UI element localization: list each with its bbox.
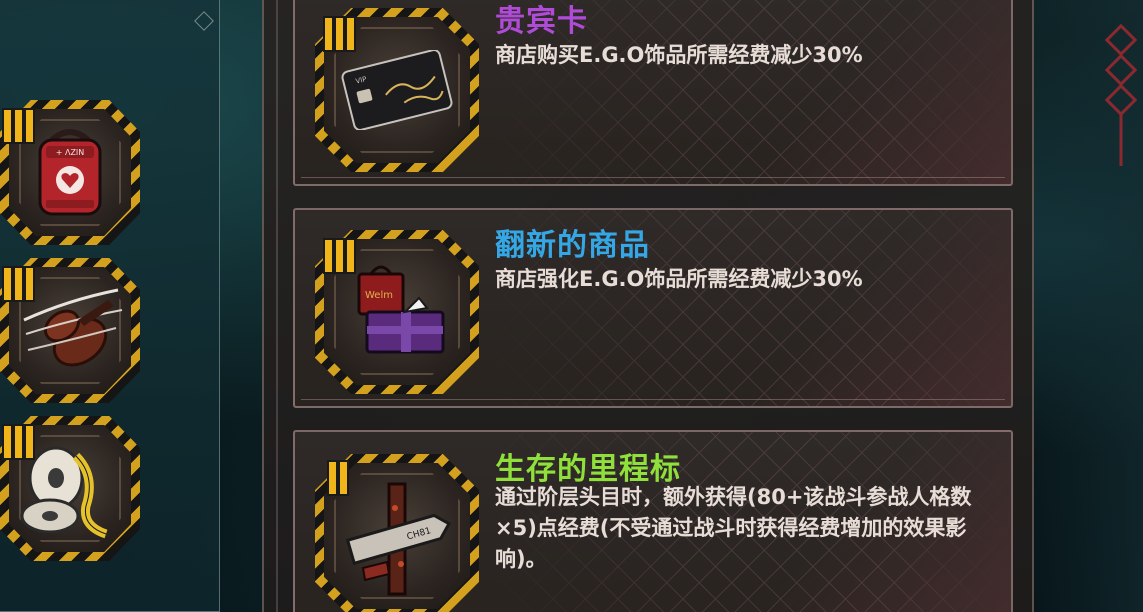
gift-description: 商店购买E.G.O饰品所需经费减少30% bbox=[495, 43, 863, 67]
owned-gift-slot-3[interactable] bbox=[0, 416, 140, 561]
tier-badge-3 bbox=[325, 18, 354, 50]
gift-title: 贵宾卡 bbox=[495, 4, 588, 39]
vip-card-icon: VIP bbox=[341, 50, 453, 130]
broken-violin-icon bbox=[23, 288, 123, 367]
panel-corner-ornament bbox=[194, 11, 214, 31]
tier-badge-3 bbox=[4, 426, 33, 458]
owned-gift-slot-1[interactable]: + ΛΖΙΝ bbox=[0, 100, 140, 245]
game-screen: + ΛΖΙΝ VIP 贵宾卡 商店购买E.G.O饰品所需经费减少30% Welm… bbox=[0, 0, 1143, 612]
gift-description: 通过阶层头目时，额外获得(80+该战斗参战人格数×5)点经费(不受通过战斗时获得… bbox=[495, 485, 972, 571]
gift-box-icon: Welm bbox=[357, 265, 445, 354]
knot-ornament-icon bbox=[1105, 23, 1137, 166]
tier-badge-3 bbox=[325, 240, 354, 272]
gift-description: 商店强化E.G.O饰品所需经费减少30% bbox=[495, 267, 863, 291]
gift-card-icon-frame: Welm bbox=[315, 230, 479, 394]
gift-card-vip[interactable]: VIP 贵宾卡 商店购买E.G.O饰品所需经费减少30% bbox=[293, 0, 1013, 186]
signpost-icon: CH81 bbox=[345, 482, 452, 596]
svg-text:Welm: Welm bbox=[365, 290, 393, 301]
gift-card-icon-frame: VIP bbox=[315, 8, 479, 172]
gift-card-refurbished[interactable]: Welm 翻新的商品 商店强化E.G.O饰品所需经费减少30% bbox=[293, 208, 1013, 408]
tier-badge-3 bbox=[4, 110, 33, 142]
gift-title: 翻新的商品 bbox=[495, 228, 650, 263]
tier-badge-3 bbox=[4, 268, 33, 300]
owned-gift-slot-2[interactable] bbox=[0, 258, 140, 403]
tier-badge-2 bbox=[329, 462, 347, 494]
gift-card-milestone[interactable]: CH81 生存的里程标 通过阶层头目时，额外获得(80+该战斗参战人格数×5)点… bbox=[293, 430, 1013, 612]
gift-card-icon-frame: CH81 bbox=[315, 454, 479, 612]
svg-text:+ ΛΖΙΝ: + ΛΖΙΝ bbox=[56, 148, 85, 157]
red-backpack-icon: + ΛΖΙΝ bbox=[38, 129, 102, 216]
